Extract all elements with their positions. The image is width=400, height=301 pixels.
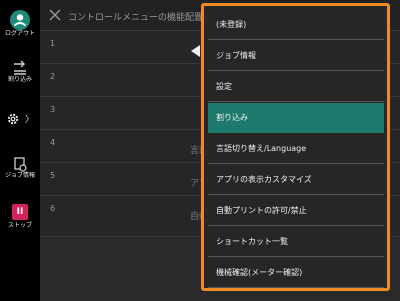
menu-item-machine-check[interactable]: 機械確認(メーター確認) xyxy=(208,258,384,288)
close-icon[interactable] xyxy=(48,8,62,22)
menu-item-app-display[interactable]: アプリの表示カスタマイズ xyxy=(208,165,384,195)
page-title: コントロールメニューの機能配置 xyxy=(68,13,204,23)
interrupt-button[interactable]: 割り込み xyxy=(0,60,40,84)
menu-item-language[interactable]: 言語切り替え/Language xyxy=(208,134,384,164)
menu-item-shortcut-list[interactable]: ショートカット一覧 xyxy=(208,227,384,257)
row-number: 2 xyxy=(50,72,56,81)
row-number: 5 xyxy=(50,171,56,180)
stop-button[interactable]: II ストップ xyxy=(0,204,40,230)
logout-button[interactable]: ログアウト xyxy=(0,10,40,38)
sidebar: ログアウト 割り込み 〉 ジョブ情報 II ストップ xyxy=(0,0,40,301)
settings-button[interactable]: 〉 xyxy=(0,108,40,127)
gear-icon xyxy=(7,113,19,124)
popup-caret xyxy=(191,45,200,57)
interrupt-icon xyxy=(14,60,26,75)
menu-item-interrupt[interactable]: 割り込み xyxy=(208,103,384,133)
person-icon xyxy=(10,10,30,30)
row-number: 6 xyxy=(50,204,56,213)
logout-label: ログアウト xyxy=(4,30,35,37)
interrupt-label: 割り込み xyxy=(7,76,32,83)
job-info-label: ジョブ情報 xyxy=(4,172,35,179)
job-info-button[interactable]: ジョブ情報 xyxy=(0,156,40,180)
menu-item-unregistered[interactable]: (未登録) xyxy=(208,10,384,40)
row-number: 1 xyxy=(50,39,56,48)
stop-label: ストップ xyxy=(7,222,32,229)
row-number: 3 xyxy=(50,105,56,114)
pause-icon: II xyxy=(12,204,28,220)
menu-item-settings[interactable]: 設定 xyxy=(208,72,384,102)
job-info-icon xyxy=(14,157,27,172)
function-menu: (未登録) ジョブ情報 設定 割り込み 言語切り替え/Language アプリの… xyxy=(201,3,390,291)
menu-item-auto-print[interactable]: 自動プリントの許可/禁止 xyxy=(208,196,384,226)
row-number: 4 xyxy=(50,138,56,147)
chevron-right-icon: 〉 xyxy=(25,115,35,125)
menu-item-job-info[interactable]: ジョブ情報 xyxy=(208,41,384,71)
